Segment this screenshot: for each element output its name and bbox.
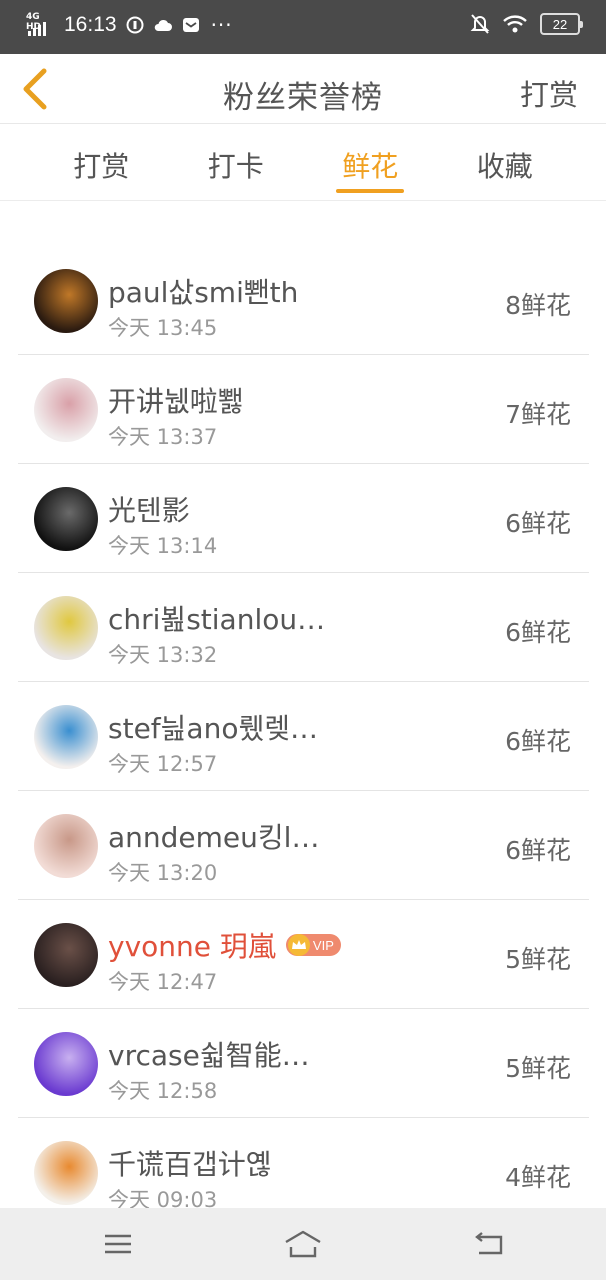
flower-count: 7鲜花 <box>505 400 571 429</box>
fan-row[interactable]: yvonne 玥嵐 VIP 今天 12:47 5鲜花 <box>18 900 589 1009</box>
flower-count: 4鲜花 <box>505 1163 571 1192</box>
fan-name-text: yvonne 玥嵐 <box>108 930 276 963</box>
avatar[interactable] <box>34 1141 98 1205</box>
mail-icon <box>181 15 201 35</box>
menu-button[interactable] <box>98 1226 138 1262</box>
avatar[interactable] <box>34 269 98 333</box>
more-notifications-icon: ··· <box>210 13 233 37</box>
timestamp: 今天 13:37 <box>108 425 218 449</box>
fan-name-text: 开讲뉎啦뾇 <box>108 385 244 418</box>
avatar[interactable] <box>34 705 98 769</box>
timestamp: 今天 13:32 <box>108 643 218 667</box>
clock: 16:13 <box>64 13 117 36</box>
fan-name: vrcase쉷智能… <box>108 1034 310 1074</box>
timestamp: 今天 13:45 <box>108 316 218 340</box>
page-title: 粉丝荣誉榜 <box>223 80 383 116</box>
home-button[interactable] <box>283 1226 323 1262</box>
fan-name: 开讲뉎啦뾇 <box>108 380 244 420</box>
tab-tip[interactable]: 打赏 <box>51 125 151 200</box>
avatar[interactable] <box>34 487 98 551</box>
status-bar: 4G HD 16:13 ··· 22 <box>0 0 606 54</box>
fan-name-text: anndemeu킹l… <box>108 821 320 854</box>
tab-favorites[interactable]: 收藏 <box>455 125 555 200</box>
fan-row[interactable]: 开讲뉎啦뾇 今天 13:37 7鲜花 <box>18 355 589 464</box>
fan-row[interactable]: chri뵖stianlou… 今天 13:32 6鲜花 <box>18 573 589 682</box>
timestamp: 今天 12:47 <box>108 970 218 994</box>
system-nav-bar <box>0 1208 606 1280</box>
tab-checkin[interactable]: 打卡 <box>186 125 286 200</box>
flower-count: 8鲜花 <box>505 291 571 320</box>
timestamp: 今天 13:20 <box>108 861 218 885</box>
menu-icon <box>105 1234 131 1254</box>
fan-name-text: paul삾smi뽼th <box>108 276 299 309</box>
avatar[interactable] <box>34 814 98 878</box>
back-icon <box>475 1232 503 1255</box>
flower-count: 6鲜花 <box>505 836 571 865</box>
fan-row[interactable]: anndemeu킹l… 今天 13:20 6鲜花 <box>18 791 589 900</box>
avatar[interactable] <box>34 1032 98 1096</box>
vip-badge: VIP <box>285 934 341 956</box>
avatar[interactable] <box>34 378 98 442</box>
wifi-icon <box>502 14 528 34</box>
crown-icon <box>287 934 310 956</box>
fan-name-text: chri뵖stianlou… <box>108 603 326 636</box>
vip-label: VIP <box>312 937 334 953</box>
fan-row[interactable]: vrcase쉷智能… 今天 12:58 5鲜花 <box>18 1009 589 1118</box>
notification-app-icon <box>125 15 145 35</box>
fan-ranking-list: paul삾smi뽼th 今天 13:45 8鲜花开讲뉎啦뾇 今天 13:37 7鲜花光텐… <box>18 246 589 1227</box>
flower-count: 6鲜花 <box>505 727 571 756</box>
fan-name: 千谎百갭计옎 <box>108 1143 272 1183</box>
fan-row[interactable]: 光텐影今天 13:14 6鲜花 <box>18 464 589 573</box>
mute-bell-icon <box>470 14 490 34</box>
fan-name-text: stef늺ano뤴렞… <box>108 712 318 745</box>
tip-button[interactable]: 打赏 <box>520 72 578 114</box>
fan-name-text: 光텐影 <box>108 494 190 527</box>
timestamp: 今天 12:57 <box>108 752 218 776</box>
battery-level: 22 <box>552 16 568 32</box>
fan-name: paul삾smi뽼th <box>108 271 298 311</box>
avatar[interactable] <box>34 923 98 987</box>
tab-flowers[interactable]: 鲜花 <box>320 125 420 200</box>
home-icon <box>285 1230 321 1258</box>
fan-row[interactable]: paul삾smi뽼th 今天 13:45 8鲜花 <box>18 246 589 355</box>
flower-count: 5鲜花 <box>505 945 571 974</box>
battery-indicator: 22 <box>540 13 583 35</box>
timestamp: 今天 12:58 <box>108 1079 218 1103</box>
fan-name: stef늺ano뤴렞… <box>108 707 318 747</box>
timestamp: 今天 13:14 <box>108 534 218 558</box>
fan-name: chri뵖stianlou… <box>108 598 325 638</box>
fan-name: yvonne 玥嵐 VIP <box>108 925 341 965</box>
app-header: 粉丝荣誉榜 打赏 <box>0 54 606 124</box>
fan-name-text: vrcase쉷智能… <box>108 1039 310 1072</box>
fan-name-text: 千谎百갭计옎 <box>108 1148 272 1181</box>
fan-row[interactable]: stef늺ano뤴렞… 今天 12:57 6鲜花 <box>18 682 589 791</box>
fan-name: anndemeu킹l… <box>108 816 319 856</box>
flower-count: 6鲜花 <box>505 509 571 538</box>
flower-count: 5鲜花 <box>505 1054 571 1083</box>
flower-count: 6鲜花 <box>505 618 571 647</box>
avatar[interactable] <box>34 596 98 660</box>
fan-name: 光텐影 <box>108 489 190 529</box>
signal-icon: 4G HD <box>26 12 56 38</box>
back-nav-button[interactable] <box>468 1226 508 1262</box>
cloud-icon <box>153 15 173 35</box>
tab-bar: 打赏 打卡 鲜花 收藏 <box>0 125 606 201</box>
